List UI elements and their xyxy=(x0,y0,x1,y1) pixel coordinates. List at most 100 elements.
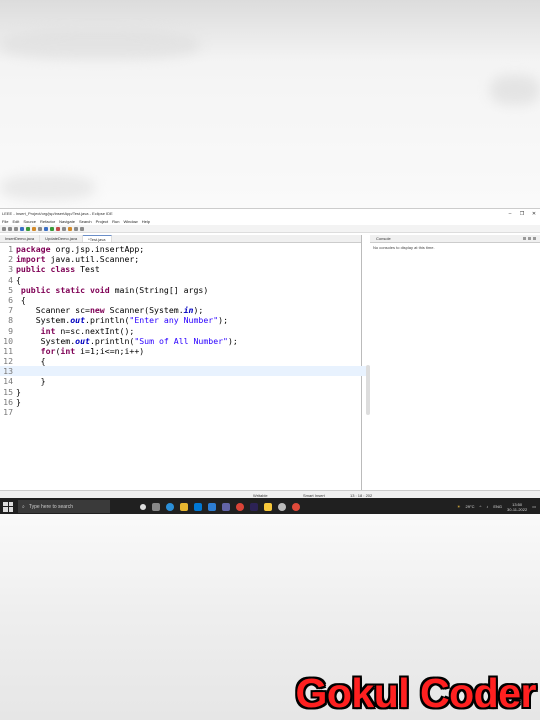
menu-edit[interactable]: Edit xyxy=(12,219,19,224)
debug-icon[interactable] xyxy=(20,226,24,231)
annotation-icon[interactable] xyxy=(68,226,72,231)
console-tab[interactable]: Console xyxy=(370,235,540,243)
line-number: 14 xyxy=(3,376,13,387)
clock[interactable]: 13:50 30-11-2022 xyxy=(507,502,527,512)
new-icon[interactable] xyxy=(2,226,6,231)
editor-tab[interactable]: UpdateDemo.java xyxy=(40,235,84,242)
print-icon[interactable] xyxy=(14,226,18,231)
settings-icon[interactable] xyxy=(278,502,286,511)
save-icon[interactable] xyxy=(8,226,12,231)
chrome-icon[interactable] xyxy=(236,502,244,511)
notification-icon[interactable]: ▭ xyxy=(532,504,536,509)
task-view-icon[interactable] xyxy=(152,502,160,511)
edge-icon[interactable] xyxy=(166,502,174,511)
menu-project[interactable]: Project xyxy=(96,219,108,224)
windows-taskbar: ⌕ Type here to search ☀ 29°C ^ ♪ ENG 13:… xyxy=(0,498,540,515)
code-line[interactable]: 3 public class Test xyxy=(0,264,370,274)
code-line[interactable]: 11 for(int i=1;i<=n;i++) xyxy=(0,346,370,356)
windows-start-icon[interactable] xyxy=(3,501,13,512)
code-token: java.util.Scanner; xyxy=(45,254,140,265)
menu-help[interactable]: Help xyxy=(142,219,150,224)
channel-watermark: Gokul Coder xyxy=(295,670,536,716)
run-icon[interactable] xyxy=(26,226,30,231)
code-line[interactable]: 7 Scanner sc=new Scanner(System.in); xyxy=(0,305,370,315)
blurred-background-top xyxy=(0,0,540,208)
menu-navigate[interactable]: Navigate xyxy=(59,219,75,224)
weather-icon[interactable]: ☀ xyxy=(457,504,461,509)
open-type-icon[interactable] xyxy=(56,226,60,231)
code-line[interactable]: 15} xyxy=(0,387,370,397)
weather-temp[interactable]: 29°C xyxy=(466,504,475,509)
close-button[interactable]: ✕ xyxy=(528,211,540,217)
teams-icon[interactable] xyxy=(222,502,230,511)
menu-file[interactable]: File xyxy=(2,219,8,224)
menu-run[interactable]: Run xyxy=(112,219,119,224)
tray-arrow-icon[interactable]: ^ xyxy=(479,504,481,509)
menu-source[interactable]: Source xyxy=(23,219,36,224)
code-token: public static void xyxy=(16,284,110,295)
menu-refactor[interactable]: Refactor xyxy=(40,219,55,224)
file-explorer-icon[interactable] xyxy=(180,502,188,511)
code-line[interactable]: 1 package org.jsp.insertApp; xyxy=(0,244,370,254)
eclipse-icon[interactable] xyxy=(250,502,258,511)
code-token: ); xyxy=(218,315,228,326)
menu-window[interactable]: Window xyxy=(123,219,137,224)
code-area[interactable]: 1 package org.jsp.insertApp; 2 import java.… xyxy=(0,244,370,417)
code-line[interactable]: 4{ xyxy=(0,275,370,285)
code-token: Test xyxy=(75,264,100,275)
forward-icon[interactable] xyxy=(80,226,84,231)
code-line[interactable]: 8 System.out.println("Enter any Number")… xyxy=(0,315,370,325)
editor-tab[interactable]: InsertDemo.java xyxy=(0,235,41,242)
pin-icon[interactable] xyxy=(523,237,526,240)
code-line[interactable]: 10 System.out.println("Sum of All Number… xyxy=(0,336,370,346)
code-line[interactable]: 13 xyxy=(0,366,370,377)
editor-tab[interactable]: *Test.java xyxy=(83,235,112,242)
code-editor[interactable]: InsertDemo.java UpdateDemo.java *Test.java… xyxy=(0,235,370,496)
line-number: 11 xyxy=(3,345,13,356)
code-token: out xyxy=(75,335,90,346)
code-line[interactable]: 5 public static void main(String[] args) xyxy=(0,285,370,295)
code-token: i=1;i<=n;i++) xyxy=(75,345,145,356)
taskbar-apps xyxy=(140,502,300,511)
menu-search[interactable]: Search xyxy=(79,219,92,224)
view-menu-icon[interactable] xyxy=(528,237,531,240)
minimize-button[interactable]: – xyxy=(504,211,516,217)
line-number: 5 xyxy=(8,284,13,295)
notes-icon[interactable] xyxy=(264,502,272,511)
new-class-icon[interactable] xyxy=(50,226,54,231)
back-icon[interactable] xyxy=(74,226,78,231)
main-toolbar xyxy=(0,225,540,233)
code-token: "Enter any Number" xyxy=(129,315,219,326)
mail-icon[interactable] xyxy=(208,502,216,511)
code-line[interactable]: 16} xyxy=(0,397,370,407)
recorder-icon[interactable] xyxy=(292,502,300,511)
new-java-project-icon[interactable] xyxy=(38,226,42,231)
cortana-icon[interactable] xyxy=(140,503,146,510)
code-token: int xyxy=(60,345,76,356)
line-number: 8 xyxy=(8,315,13,326)
minimize-view-icon[interactable] xyxy=(533,237,536,240)
code-token: ); xyxy=(193,305,204,316)
taskbar-search-box[interactable]: ⌕ Type here to search xyxy=(18,500,110,513)
code-token: int xyxy=(40,325,56,336)
code-token: { xyxy=(16,356,46,367)
code-line[interactable]: 9 int n=sc.nextInt(); xyxy=(0,326,370,336)
code-token: n=sc.nextInt(); xyxy=(55,325,135,336)
code-token: for xyxy=(40,345,56,356)
external-tools-icon[interactable] xyxy=(32,226,36,231)
new-package-icon[interactable] xyxy=(44,226,48,231)
maximize-button[interactable]: ❐ xyxy=(516,211,528,217)
code-line[interactable]: 2 import java.util.Scanner; xyxy=(0,254,370,264)
code-line[interactable]: 17 xyxy=(0,407,370,417)
volume-icon[interactable]: ♪ xyxy=(486,504,488,509)
store-icon[interactable] xyxy=(194,502,202,511)
code-line[interactable]: 6 { xyxy=(0,295,370,305)
console-tab-label: Console xyxy=(376,236,391,241)
search-icon[interactable] xyxy=(62,226,66,231)
code-line[interactable]: 14 } xyxy=(0,376,370,386)
magnifier-icon: ⌕ xyxy=(22,503,25,510)
language-indicator[interactable]: ENG xyxy=(493,504,502,509)
code-line[interactable]: 12 { xyxy=(0,356,370,366)
line-number: 10 xyxy=(3,335,13,346)
